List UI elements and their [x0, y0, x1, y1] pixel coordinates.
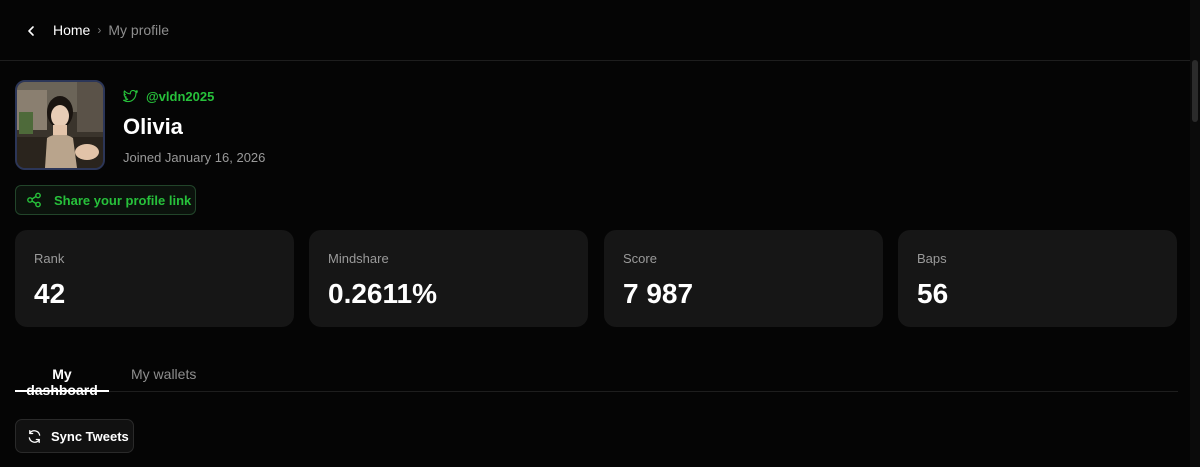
avatar: [15, 80, 105, 170]
breadcrumb-current: My profile: [108, 22, 170, 38]
breadcrumb: Home › My profile: [53, 22, 169, 38]
profile-photo-icon: [17, 82, 103, 168]
back-button[interactable]: [20, 20, 42, 42]
breadcrumb-home-link[interactable]: Home: [53, 22, 90, 38]
scrollbar-thumb[interactable]: [1192, 60, 1198, 122]
tab-my-dashboard[interactable]: My dashboard: [15, 366, 109, 398]
top-bar: Home › My profile: [0, 0, 1190, 61]
stat-card-baps: Baps 56: [898, 230, 1177, 327]
stat-card-score: Score 7 987: [604, 230, 883, 327]
breadcrumb-separator: ›: [97, 23, 102, 37]
share-profile-label: Share your profile link: [54, 192, 192, 208]
profile-name: Olivia: [123, 114, 183, 139]
twitter-bird-icon: [123, 90, 138, 103]
refresh-icon: [28, 429, 41, 443]
tab-bar: My dashboard My wallets: [15, 362, 1178, 398]
stat-value: 56: [917, 278, 949, 309]
chevron-left-icon: [28, 26, 34, 36]
share-profile-button[interactable]: Share your profile link: [15, 185, 196, 215]
stat-value: 0.2611%: [328, 278, 437, 309]
stat-label: Rank: [34, 251, 65, 266]
scrollbar[interactable]: [1190, 0, 1200, 467]
joined-date: Joined January 16, 2026: [123, 150, 266, 165]
stat-label: Score: [623, 251, 657, 266]
stat-card-rank: Rank 42: [15, 230, 294, 327]
stat-label: Mindshare: [328, 251, 389, 266]
stat-label: Baps: [917, 251, 947, 266]
share-icon: [27, 192, 41, 208]
twitter-handle: @vldn2025: [146, 89, 215, 104]
sync-tweets-label: Sync Tweets: [51, 428, 129, 444]
twitter-handle-link[interactable]: @vldn2025: [123, 89, 214, 104]
stat-value: 42: [34, 278, 66, 309]
stat-card-mindshare: Mindshare 0.2611%: [309, 230, 588, 327]
stat-value: 7 987: [623, 278, 694, 309]
tab-my-wallets[interactable]: My wallets: [131, 366, 196, 392]
sync-tweets-button[interactable]: Sync Tweets: [15, 419, 134, 453]
